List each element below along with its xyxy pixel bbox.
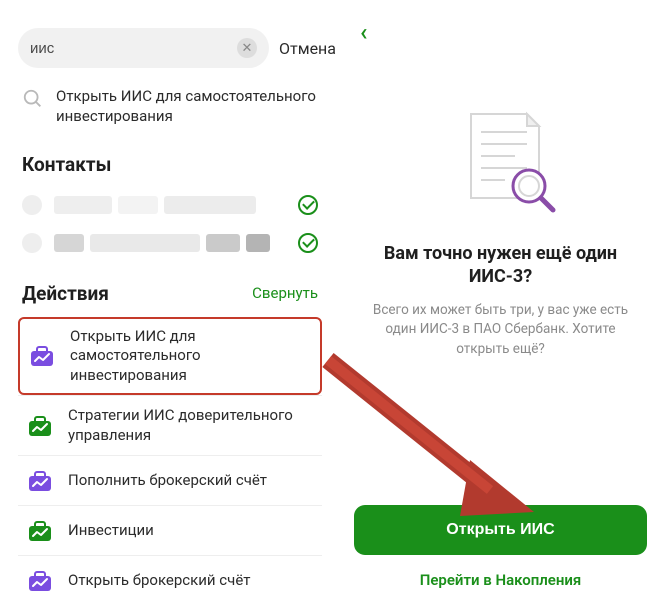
briefcase-chart-icon — [26, 468, 54, 494]
confirm-screen: ‹ Вам точно нужен ещё один ИИС-3? Всего … — [340, 0, 661, 603]
prompt-subtitle: Всего их может быть три, у вас уже есть … — [368, 301, 633, 360]
contacts-header: Контакты — [22, 153, 111, 176]
search-screen: ✕ Отмена Открыть ИИС для самостоятельног… — [0, 0, 340, 603]
contact-item[interactable] — [22, 226, 318, 260]
briefcase-chart-icon — [26, 568, 54, 594]
actions-header-row: Действия Свернуть — [22, 282, 318, 305]
search-box[interactable]: ✕ — [18, 28, 269, 68]
briefcase-chart-icon — [26, 413, 54, 439]
verified-icon — [298, 233, 318, 253]
action-label: Инвестиции — [68, 521, 154, 541]
search-icon — [22, 88, 44, 110]
contacts-header-row: Контакты — [22, 153, 318, 176]
actions-section: Действия Свернуть Открыть ИИС для самост… — [18, 282, 322, 605]
actions-header: Действия — [22, 282, 109, 305]
search-suggestion[interactable]: Открыть ИИС для самостоятельного инвести… — [22, 86, 318, 127]
contact-item[interactable] — [22, 188, 318, 222]
action-label: Стратегии ИИС доверительного управления — [68, 406, 314, 445]
verified-icon — [298, 195, 318, 215]
action-label: Открыть ИИС для самостоятельного инвести… — [70, 327, 312, 386]
action-item[interactable]: Открыть ИИС для самостоятельного инвести… — [18, 317, 322, 396]
action-item[interactable]: Открыть брокерский счёт — [18, 555, 322, 605]
prompt-title: Вам точно нужен ещё один ИИС-3? — [364, 242, 637, 289]
action-item[interactable]: Инвестиции — [18, 505, 322, 555]
cancel-button[interactable]: Отмена — [279, 39, 336, 58]
document-illustration — [441, 102, 561, 222]
search-input[interactable] — [30, 40, 229, 57]
action-label: Открыть брокерский счёт — [68, 571, 250, 591]
collapse-button[interactable]: Свернуть — [252, 284, 318, 302]
clear-icon[interactable]: ✕ — [237, 38, 257, 58]
search-row: ✕ Отмена — [18, 28, 322, 68]
action-label: Пополнить брокерский счёт — [68, 471, 267, 491]
back-icon[interactable]: ‹ — [354, 18, 367, 46]
nav-bar: ‹ — [354, 18, 647, 48]
goto-savings-link[interactable]: Перейти в Накопления — [354, 571, 647, 589]
search-suggestion-label: Открыть ИИС для самостоятельного инвести… — [56, 86, 318, 127]
open-iis-button[interactable]: Открыть ИИС — [354, 505, 647, 555]
action-item[interactable]: Пополнить брокерский счёт — [18, 455, 322, 505]
briefcase-chart-icon — [28, 343, 56, 369]
briefcase-chart-icon — [26, 518, 54, 544]
action-item[interactable]: Стратегии ИИС доверительного управления — [18, 395, 322, 455]
